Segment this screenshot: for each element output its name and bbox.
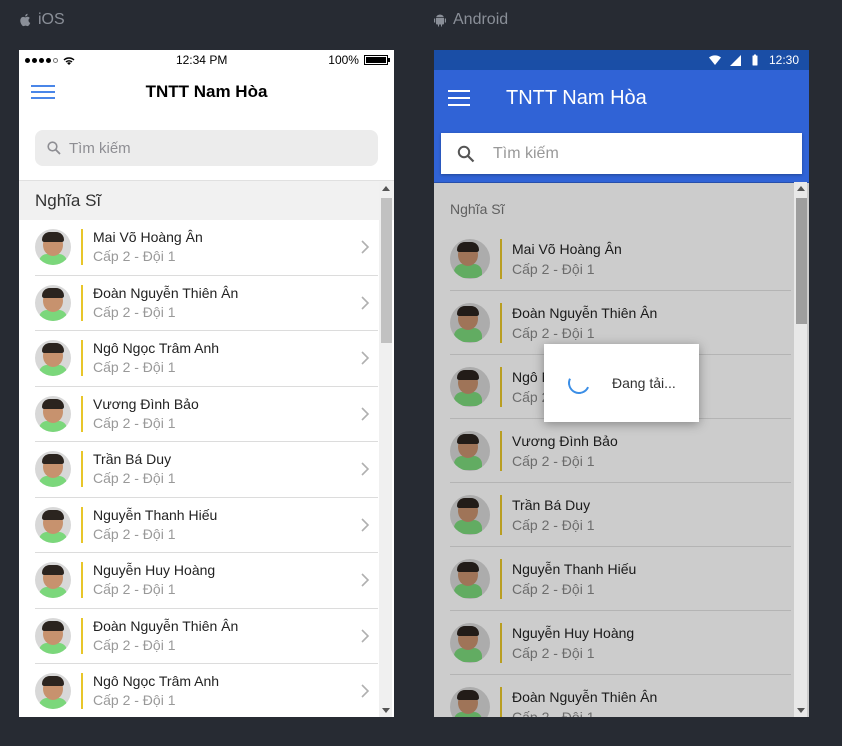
loading-overlay bbox=[434, 182, 809, 717]
ios-section-header: Nghĩa Sĩ bbox=[19, 180, 394, 220]
signal-icon bbox=[729, 55, 741, 66]
menu-icon[interactable] bbox=[448, 90, 470, 106]
member-name: Nguyễn Thanh Hiếu bbox=[93, 506, 218, 523]
list-item[interactable]: Ngô Ngọc Trâm Anh Cấp 2 - Đội 1 bbox=[35, 331, 378, 387]
list-item[interactable]: Trần Bá Duy Cấp 2 - Đội 1 bbox=[35, 442, 378, 498]
android-clock: 12:30 bbox=[768, 53, 799, 67]
member-group: Cấp 2 - Đội 1 bbox=[93, 303, 176, 320]
android-search-input[interactable]: Tìm kiếm bbox=[441, 133, 802, 174]
wifi-icon bbox=[708, 55, 721, 65]
ios-status-bar: 12:34 PM 100% bbox=[19, 50, 394, 70]
ios-label-text: iOS bbox=[38, 11, 65, 28]
avatar bbox=[35, 229, 71, 266]
ios-clock: 12:34 PM bbox=[175, 53, 228, 67]
ios-battery-percent: 100% bbox=[328, 53, 359, 67]
row-divider bbox=[81, 617, 83, 654]
row-divider bbox=[81, 340, 83, 377]
row-divider bbox=[81, 562, 83, 599]
avatar bbox=[35, 284, 71, 321]
row-divider bbox=[81, 284, 83, 321]
ios-phone: 12:34 PM 100% TNTT Nam Hòa Tìm kiếm Nghĩ… bbox=[19, 50, 394, 717]
ios-member-list: Mai Võ Hoàng Ân Cấp 2 - Đội 1 Đoàn Nguyễn … bbox=[19, 220, 394, 716]
chevron-right-icon bbox=[361, 573, 370, 587]
member-name: Ngô Ngọc Trâm Anh bbox=[93, 340, 220, 357]
ios-scrollbar[interactable] bbox=[379, 182, 392, 717]
avatar bbox=[35, 451, 71, 488]
chevron-right-icon bbox=[361, 462, 370, 476]
member-name: Mai Võ Hoàng Ân bbox=[93, 229, 203, 246]
member-name: Đoàn Nguyễn Thiên Ân bbox=[93, 284, 239, 301]
member-name: Vương Đình Bảo bbox=[93, 395, 199, 412]
list-item[interactable]: Mai Võ Hoàng Ân Cấp 2 - Đội 1 bbox=[35, 220, 378, 276]
list-item[interactable]: Nguyễn Thanh Hiếu Cấp 2 - Đội 1 bbox=[35, 498, 378, 553]
battery-icon bbox=[363, 55, 390, 65]
spinner-icon bbox=[564, 368, 594, 398]
avatar bbox=[35, 673, 71, 710]
list-item[interactable]: Đoàn Nguyễn Thiên Ân Cấp 2 - Đội 1 bbox=[35, 609, 378, 664]
member-group: Cấp 2 - Đội 1 bbox=[93, 692, 176, 709]
member-name: Trần Bá Duy bbox=[93, 451, 172, 468]
android-page-title: TNTT Nam Hòa bbox=[506, 86, 647, 109]
chevron-right-icon bbox=[361, 684, 370, 698]
avatar bbox=[35, 340, 71, 377]
member-name: Nguyễn Huy Hoàng bbox=[93, 562, 216, 579]
list-item[interactable]: Nguyễn Huy Hoàng Cấp 2 - Đội 1 bbox=[35, 553, 378, 609]
android-label-text: Android bbox=[453, 11, 509, 28]
chevron-right-icon bbox=[361, 518, 370, 532]
member-name: Ngô Ngọc Trâm Anh bbox=[93, 673, 220, 690]
android-platform-label: Android bbox=[433, 10, 508, 30]
wifi-icon bbox=[63, 56, 75, 65]
android-status-bar: 12:30 bbox=[434, 50, 809, 70]
member-name: Đoàn Nguyễn Thiên Ân bbox=[93, 617, 239, 634]
list-item[interactable]: Vương Đình Bảo Cấp 2 - Đội 1 bbox=[35, 387, 378, 442]
android-app-bar: TNTT Nam Hòa bbox=[434, 70, 809, 126]
list-item[interactable]: Đoàn Nguyễn Thiên Ân Cấp 2 - Đội 1 bbox=[35, 276, 378, 331]
apple-icon bbox=[20, 13, 31, 27]
android-scrollbar[interactable] bbox=[794, 182, 807, 717]
android-phone: 12:30 TNTT Nam Hòa Tìm kiếm Nghĩa Sĩ Mai… bbox=[434, 50, 809, 717]
chevron-right-icon bbox=[361, 407, 370, 421]
ios-search-input[interactable]: Tìm kiếm bbox=[35, 130, 378, 166]
avatar bbox=[35, 617, 71, 654]
member-group: Cấp 2 - Đội 1 bbox=[93, 636, 176, 653]
avatar bbox=[35, 395, 71, 432]
avatar bbox=[35, 506, 71, 543]
row-divider bbox=[81, 229, 83, 266]
member-group: Cấp 2 - Đội 1 bbox=[93, 470, 176, 487]
member-group: Cấp 2 - Đội 1 bbox=[93, 525, 176, 542]
ios-nav-bar: TNTT Nam Hòa bbox=[19, 70, 394, 114]
menu-icon[interactable] bbox=[31, 83, 55, 101]
chevron-right-icon bbox=[361, 296, 370, 310]
row-divider bbox=[81, 673, 83, 710]
loading-dialog: Đang tải... bbox=[544, 344, 699, 422]
row-divider bbox=[81, 506, 83, 543]
avatar bbox=[35, 562, 71, 599]
chevron-right-icon bbox=[361, 629, 370, 643]
ios-search-placeholder: Tìm kiếm bbox=[69, 139, 131, 157]
list-item[interactable]: Ngô Ngọc Trâm Anh Cấp 2 - Đội 1 bbox=[35, 664, 378, 716]
android-icon bbox=[434, 14, 446, 27]
android-search-placeholder: Tìm kiếm bbox=[493, 144, 559, 162]
chevron-right-icon bbox=[361, 351, 370, 365]
ios-platform-label: iOS bbox=[18, 10, 65, 30]
row-divider bbox=[81, 395, 83, 432]
search-icon bbox=[457, 145, 475, 162]
row-divider bbox=[81, 451, 83, 488]
member-group: Cấp 2 - Đội 1 bbox=[93, 359, 176, 376]
signal-icon bbox=[25, 57, 58, 63]
battery-icon bbox=[752, 54, 758, 66]
ios-page-title: TNTT Nam Hòa bbox=[145, 82, 268, 101]
chevron-right-icon bbox=[361, 240, 370, 254]
search-icon bbox=[47, 141, 61, 155]
member-group: Cấp 2 - Đội 1 bbox=[93, 581, 176, 598]
member-group: Cấp 2 - Đội 1 bbox=[93, 414, 176, 431]
member-group: Cấp 2 - Đội 1 bbox=[93, 248, 176, 265]
loading-text: Đang tải... bbox=[612, 375, 676, 391]
